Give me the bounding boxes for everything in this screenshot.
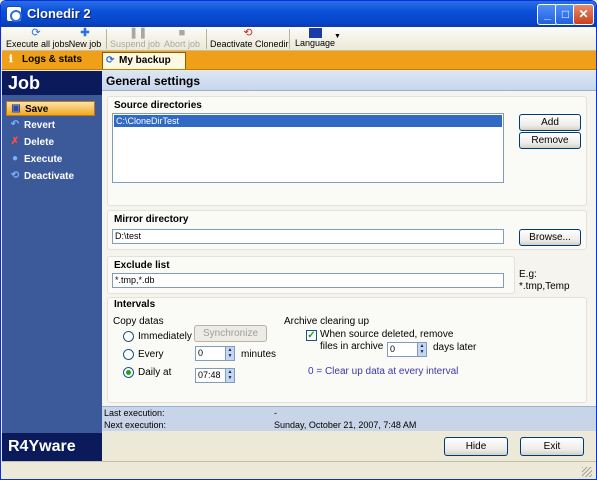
- tab-my-backup-job[interactable]: ⟳ My backup job: [102, 52, 186, 82]
- last-execution-label: Last execution:: [104, 408, 165, 418]
- app-window: Clonedir 2 _ □ ✕ ⟳ Execute all jobs ✚ Ne…: [0, 0, 597, 480]
- exit-button[interactable]: Exit: [520, 437, 584, 456]
- chevron-down-icon: ▼: [419, 349, 425, 355]
- chevron-down-icon: ▼: [334, 33, 341, 40]
- synchronize-button[interactable]: Synchronize: [194, 325, 267, 342]
- chevron-down-icon: ▼: [227, 353, 233, 359]
- sidebar-item-revert[interactable]: ↶ Revert: [6, 118, 95, 133]
- next-execution-label: Next execution:: [104, 420, 167, 430]
- deactivate-icon: ⟲: [243, 27, 253, 39]
- exclude-example-value: *.tmp,Temp: [519, 281, 570, 292]
- refresh-icon: ⟳: [31, 27, 41, 39]
- minimize-icon: _: [544, 7, 551, 21]
- immediately-label: Immediately: [138, 331, 192, 342]
- archive-days-stepper[interactable]: 0 ▲ ▼: [387, 342, 427, 357]
- resize-grip-icon[interactable]: [582, 467, 592, 477]
- last-execution-value: -: [274, 408, 277, 418]
- mirror-directory-label: Mirror directory: [114, 214, 189, 225]
- title-bar: Clonedir 2 _ □ ✕: [1, 1, 596, 27]
- status-bar: [2, 461, 596, 479]
- suspend-job-button[interactable]: ❚❚ Suspend job: [110, 27, 160, 51]
- main-panel: General settings Source directories C:\C…: [102, 71, 596, 406]
- every-label: Every: [138, 349, 164, 360]
- brand-logo: R4Yware: [2, 433, 102, 461]
- save-icon: ▣: [11, 103, 21, 114]
- remove-button[interactable]: Remove: [519, 132, 581, 149]
- delete-icon: ✗: [10, 136, 20, 147]
- toolbar-separator: [289, 29, 290, 49]
- stepper-buttons[interactable]: ▲ ▼: [417, 343, 426, 356]
- browse-button[interactable]: Browse...: [519, 229, 581, 246]
- execute-all-jobs-button[interactable]: ⟳ Execute all jobs: [6, 27, 69, 51]
- minutes-label: minutes: [241, 349, 277, 360]
- every-minutes-stepper[interactable]: 0 ▲ ▼: [195, 346, 235, 361]
- sidebar-item-execute[interactable]: ● Execute: [6, 152, 95, 167]
- deactivate-clonedir-button[interactable]: ⟲ Deactivate Clonedir: [210, 27, 289, 51]
- tab-bar: ℹ Logs & stats ⟳ My backup job: [2, 51, 596, 82]
- job-icon: ⟳: [106, 55, 115, 66]
- mirror-directory-input[interactable]: D:\test: [112, 229, 504, 244]
- source-directories-label: Source directories: [114, 100, 202, 111]
- exclude-list-label: Exclude list: [114, 260, 170, 271]
- page-title: General settings: [102, 71, 596, 91]
- intervals-label: Intervals: [114, 299, 156, 310]
- abort-job-button[interactable]: ■ Abort job: [162, 27, 202, 51]
- archive-check-label-line2: files in archive: [320, 341, 384, 352]
- copy-datas-label: Copy datas: [113, 316, 164, 327]
- execution-info: Last execution: - Next execution: Sunday…: [102, 406, 596, 431]
- sidebar-item-deactivate[interactable]: ⟲ Deactivate: [6, 169, 95, 184]
- stepper-buttons[interactable]: ▲ ▼: [225, 369, 234, 382]
- exclude-example-label: E.g:: [519, 269, 537, 280]
- hide-button[interactable]: Hide: [444, 437, 508, 456]
- deactivate-icon: ⟲: [10, 170, 20, 181]
- chevron-down-icon: ▼: [227, 375, 233, 381]
- archive-clear-checkbox[interactable]: ✓: [306, 330, 317, 341]
- stop-icon: ■: [178, 27, 186, 39]
- new-job-button[interactable]: ✚ New job: [68, 27, 102, 51]
- pause-icon: ❚❚: [129, 27, 148, 39]
- stepper-buttons[interactable]: ▲ ▼: [225, 347, 234, 360]
- close-button[interactable]: ✕: [573, 4, 594, 25]
- sidebar: Job ▣ Save ↶ Revert ✗ Delete ● Execute ⟲…: [2, 71, 102, 461]
- archive-check-label-line1: When source deleted, remove: [320, 329, 454, 340]
- tab-logs-stats[interactable]: ℹ Logs & stats: [6, 52, 98, 69]
- revert-icon: ↶: [10, 119, 20, 130]
- daily-at-label: Daily at: [138, 367, 172, 378]
- list-item[interactable]: C:\CloneDirTest: [114, 115, 502, 127]
- language-dropdown[interactable]: Language: [292, 27, 338, 51]
- toolbar: ⟳ Execute all jobs ✚ New job ❚❚ Suspend …: [2, 27, 596, 51]
- source-directories-list[interactable]: C:\CloneDirTest: [112, 113, 504, 183]
- plus-icon: ✚: [80, 27, 90, 39]
- daily-time-stepper[interactable]: 07:48 ▲ ▼: [195, 368, 235, 383]
- days-later-label: days later: [433, 342, 477, 353]
- exclude-list-input[interactable]: *.tmp,*.db: [112, 273, 504, 288]
- archive-note: 0 = Clear up data at every interval: [308, 366, 459, 377]
- window-title: Clonedir 2: [27, 6, 91, 21]
- sidebar-title: Job: [2, 71, 102, 95]
- app-icon: [6, 6, 22, 22]
- immediately-radio[interactable]: [123, 331, 134, 342]
- archive-clearing-label: Archive clearing up: [284, 316, 370, 327]
- sidebar-item-save[interactable]: ▣ Save: [6, 101, 95, 116]
- maximize-icon: □: [561, 7, 570, 21]
- flag-icon: [308, 28, 322, 38]
- info-icon: ℹ: [9, 54, 13, 65]
- next-execution-value: Sunday, October 21, 2007, 7:48 AM: [274, 420, 417, 430]
- daily-at-radio[interactable]: [123, 367, 134, 378]
- close-icon: ✕: [578, 7, 589, 21]
- every-radio[interactable]: [123, 349, 134, 360]
- checkmark-icon: ✓: [307, 330, 316, 341]
- add-button[interactable]: Add: [519, 114, 581, 131]
- bottom-bar: Hide Exit: [102, 431, 596, 461]
- sidebar-item-delete[interactable]: ✗ Delete: [6, 135, 95, 150]
- toolbar-separator: [206, 29, 207, 49]
- toolbar-separator: [106, 29, 107, 49]
- execute-icon: ●: [11, 153, 19, 164]
